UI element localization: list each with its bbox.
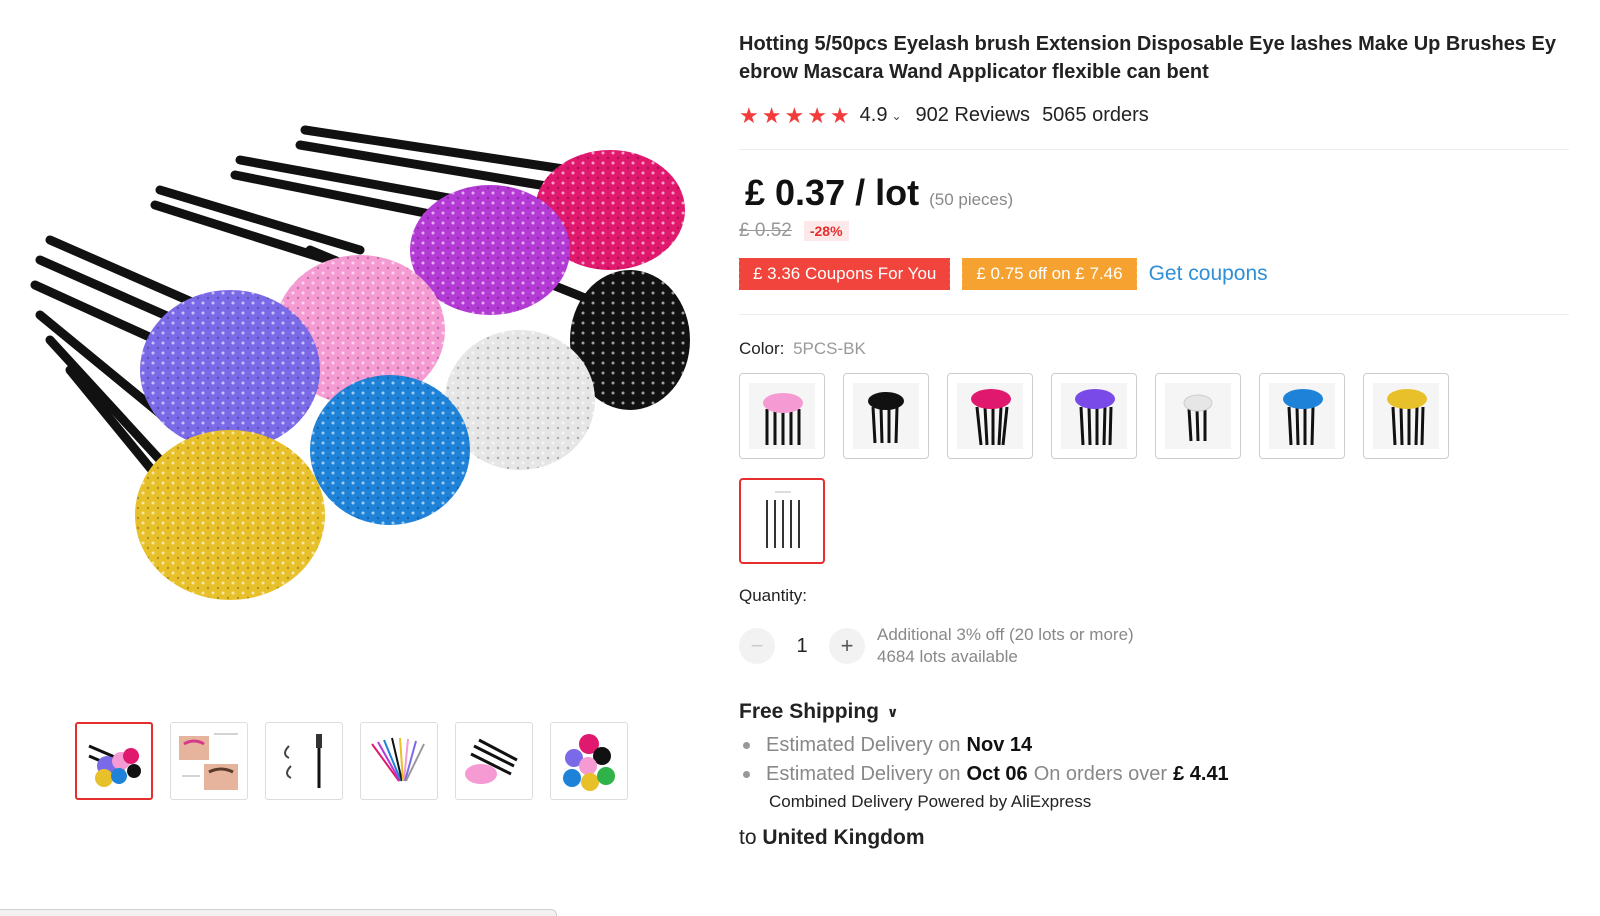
rating-stars: ★ ★ ★ ★ ★ (739, 102, 850, 128)
color-label: Color: (739, 339, 785, 358)
star-icon: ★ (761, 102, 782, 128)
coupon-row: £ 3.36 Coupons For You £ 0.75 off on £ 7… (736, 258, 1569, 290)
color-selected-value: 5PCS-BK (793, 339, 866, 358)
shipping-dropdown[interactable]: Free Shipping ∨ (739, 700, 1569, 724)
color-option-rose[interactable] (947, 373, 1033, 459)
star-icon: ★ (739, 102, 759, 128)
divider (739, 314, 1569, 315)
reviews-link[interactable]: 902 Reviews (916, 104, 1031, 127)
delivery-min-amount: £ 4.41 (1173, 763, 1229, 785)
original-price: £ 0.52 (739, 220, 792, 241)
color-option-black[interactable] (843, 373, 929, 459)
star-icon: ★ (829, 102, 850, 128)
color-option-yellow[interactable] (1363, 373, 1449, 459)
stock-available-note: 4684 lots available (877, 647, 1018, 666)
thumbnail-1[interactable] (75, 722, 153, 800)
pieces-count: (50 pieces) (929, 190, 1014, 209)
bulk-discount-note: Additional 3% off (20 lots or more) (877, 625, 1134, 644)
divider (739, 149, 1569, 150)
delivery-date: Nov 14 (966, 734, 1033, 756)
rating-value[interactable]: 4.9 (860, 104, 888, 127)
discount-badge: -28% (803, 221, 849, 241)
thumbnail-6[interactable] (550, 722, 628, 800)
quantity-notes: Additional 3% off (20 lots or more) 4684… (877, 624, 1134, 668)
delivery-estimates: Estimated Delivery on Nov 14 Estimated D… (739, 734, 1569, 786)
delivery-estimate: Estimated Delivery on Oct 06 On orders o… (739, 763, 1569, 786)
quantity-label: Quantity: (739, 586, 808, 605)
delivery-date: Oct 06 (966, 763, 1028, 785)
ship-to-prefix: to (739, 826, 757, 849)
product-title: Hotting 5/50pcs Eyelash brush Extension … (739, 33, 1556, 83)
color-option-purple[interactable] (1051, 373, 1137, 459)
coupon-badge[interactable]: £ 3.36 Coupons For You (736, 258, 951, 290)
decrease-quantity-button[interactable]: − (739, 628, 775, 664)
ship-to-row[interactable]: to United Kingdom (739, 826, 1569, 850)
delivery-prefix: Estimated Delivery on (766, 763, 961, 785)
current-price: £ 0.37 / lot (745, 172, 920, 213)
product-info-panel: Hotting 5/50pcs Eyelash brush Extension … (736, 30, 1569, 850)
color-option-pink[interactable] (739, 373, 825, 459)
thumbnail-strip (75, 722, 628, 800)
get-coupons-link[interactable]: Get coupons (1149, 262, 1268, 286)
shipping-title: Free Shipping (739, 700, 880, 723)
orders-count: 5065 orders (1042, 104, 1149, 126)
store-coupon-badge[interactable]: £ 0.75 off on £ 7.46 (960, 258, 1137, 290)
thumbnail-5[interactable] (455, 722, 533, 800)
color-option-blue[interactable] (1259, 373, 1345, 459)
increase-quantity-button[interactable]: + (829, 628, 865, 664)
quantity-stepper: − + Additional 3% off (20 lots or more) … (739, 624, 1569, 668)
quantity-input[interactable] (775, 633, 829, 659)
chevron-down-icon[interactable]: ⌄ (891, 109, 901, 123)
star-icon: ★ (807, 102, 827, 128)
rating-row: ★ ★ ★ ★ ★ 4.9 ⌄ 902 Reviews 5065 orders (739, 104, 1569, 127)
delivery-condition: On orders over (1033, 763, 1168, 785)
thumbnail-3[interactable] (265, 722, 343, 800)
thumbnail-4[interactable] (360, 722, 438, 800)
color-option-5pcs-bk[interactable] (739, 478, 825, 564)
color-swatches (739, 373, 1479, 564)
chevron-down-icon: ∨ (887, 703, 899, 720)
star-icon: ★ (784, 102, 805, 128)
original-price-row: £ 0.52 -28% (739, 220, 1569, 242)
delivery-estimate: Estimated Delivery on Nov 14 (739, 734, 1569, 757)
delivery-prefix: Estimated Delivery on (766, 734, 961, 756)
thumbnail-2[interactable] (170, 722, 248, 800)
main-product-image[interactable] (10, 100, 700, 630)
price-row: £ 0.37 / lot (50 pieces) (739, 172, 1569, 214)
bullet-icon (743, 771, 750, 778)
color-option-white[interactable] (1155, 373, 1241, 459)
combined-delivery-note: Combined Delivery Powered by AliExpress (769, 792, 1092, 811)
ship-to-country[interactable]: United Kingdom (762, 826, 924, 849)
color-label-row: Color: 5PCS-BK (739, 339, 1569, 359)
bullet-icon (743, 742, 750, 749)
